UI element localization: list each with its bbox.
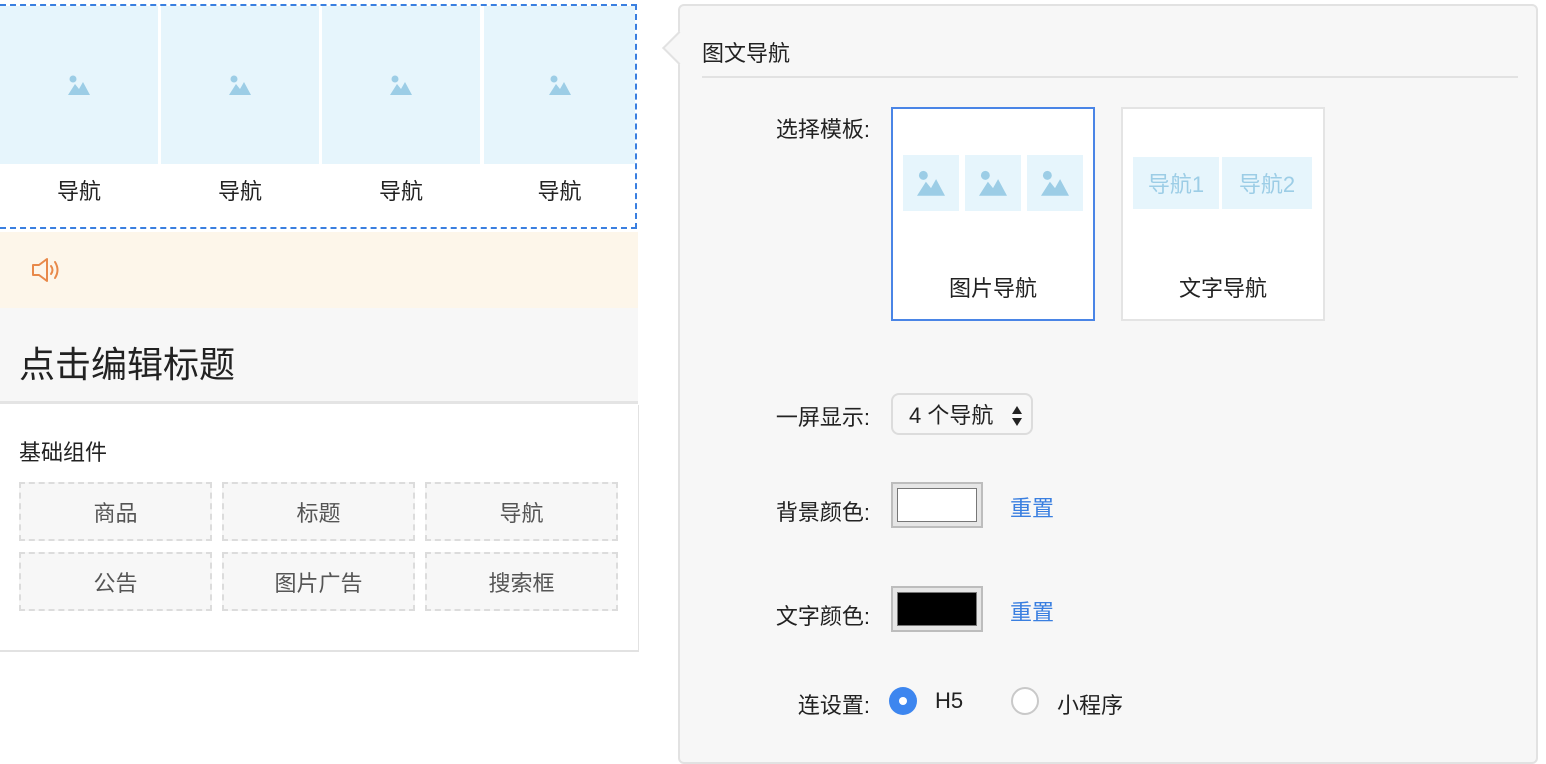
component-search-button[interactable]: 搜索框 — [425, 552, 618, 611]
bg-color-reset-link[interactable]: 重置 — [1010, 491, 1054, 523]
component-notice-button[interactable]: 公告 — [19, 552, 212, 611]
nav-item[interactable]: 导航 — [484, 6, 635, 229]
image-icon — [548, 75, 571, 95]
per-screen-select[interactable]: 4 个导航 — [891, 393, 1033, 435]
speaker-icon — [32, 258, 59, 282]
image-icon — [979, 170, 1007, 196]
panel-title: 图文导航 — [702, 41, 791, 66]
bg-color-swatch — [897, 488, 977, 522]
component-image-ad-button[interactable]: 图片广告 — [222, 552, 415, 611]
panel-pointer — [662, 31, 696, 65]
per-screen-label: 一屏显示: — [775, 405, 870, 430]
text-color-swatch — [897, 592, 977, 626]
components-heading: 基础组件 — [19, 440, 108, 465]
link-h5-label[interactable]: H5 — [935, 688, 963, 714]
title-component[interactable]: 点击编辑标题 — [0, 308, 638, 404]
basic-components-panel: 基础组件 商品 标题 导航 公告 图片广告 搜索框 — [0, 405, 639, 652]
template-label: 选择模板: — [775, 117, 870, 142]
nav-item-label: 导航 — [217, 179, 262, 204]
image-placeholder — [484, 6, 635, 164]
text-nav-sample: 导航2 — [1222, 157, 1312, 209]
settings-panel: 图文导航 选择模板: 图片导航 导航1 导航2 文字导航 一屏显示: 4 个导航… — [662, 4, 1538, 764]
nav-item[interactable]: 导航 — [161, 6, 319, 229]
image-placeholder — [0, 6, 158, 164]
template-name: 图片导航 — [948, 276, 1037, 301]
image-icon — [229, 75, 251, 95]
nav-item-label: 导航 — [378, 179, 423, 204]
template-image-nav[interactable]: 图片导航 — [891, 107, 1095, 321]
template-text-nav[interactable]: 导航1 导航2 文字导航 — [1121, 107, 1325, 321]
bg-color-label: 背景颜色: — [775, 500, 870, 525]
component-title-button[interactable]: 标题 — [222, 482, 415, 541]
image-icon — [68, 75, 90, 95]
nav-item[interactable]: 导航 — [0, 6, 158, 229]
per-screen-value: 4 个导航 — [909, 403, 994, 428]
nav-item-label: 导航 — [56, 179, 101, 204]
image-icon — [390, 75, 412, 95]
image-nav-preview[interactable]: 导航 导航 导航 导航 — [0, 4, 637, 229]
nav-item-label: 导航 — [537, 179, 582, 204]
image-placeholder — [965, 155, 1021, 211]
link-settings-label: 连设置: — [797, 693, 870, 718]
divider — [702, 76, 1518, 78]
link-h5-radio[interactable] — [889, 687, 917, 715]
select-arrows-icon — [1012, 406, 1022, 426]
link-miniprogram-label[interactable]: 小程序 — [1057, 688, 1123, 720]
text-color-reset-link[interactable]: 重置 — [1010, 595, 1054, 627]
page-title[interactable]: 点击编辑标题 — [19, 336, 235, 388]
template-name: 文字导航 — [1178, 276, 1267, 301]
image-icon — [917, 170, 945, 196]
text-color-label: 文字颜色: — [775, 604, 870, 629]
image-placeholder — [1027, 155, 1083, 211]
text-color-picker[interactable] — [891, 586, 983, 632]
image-placeholder — [322, 6, 480, 164]
image-placeholder — [903, 155, 959, 211]
bg-color-picker[interactable] — [891, 482, 983, 528]
component-nav-button[interactable]: 导航 — [425, 482, 618, 541]
component-goods-button[interactable]: 商品 — [19, 482, 212, 541]
nav-item[interactable]: 导航 — [322, 6, 480, 229]
image-placeholder — [161, 6, 319, 164]
image-icon — [1041, 170, 1069, 196]
notice-bar[interactable] — [0, 232, 638, 308]
link-miniprogram-radio[interactable] — [1011, 687, 1039, 715]
text-nav-sample: 导航1 — [1133, 157, 1219, 209]
